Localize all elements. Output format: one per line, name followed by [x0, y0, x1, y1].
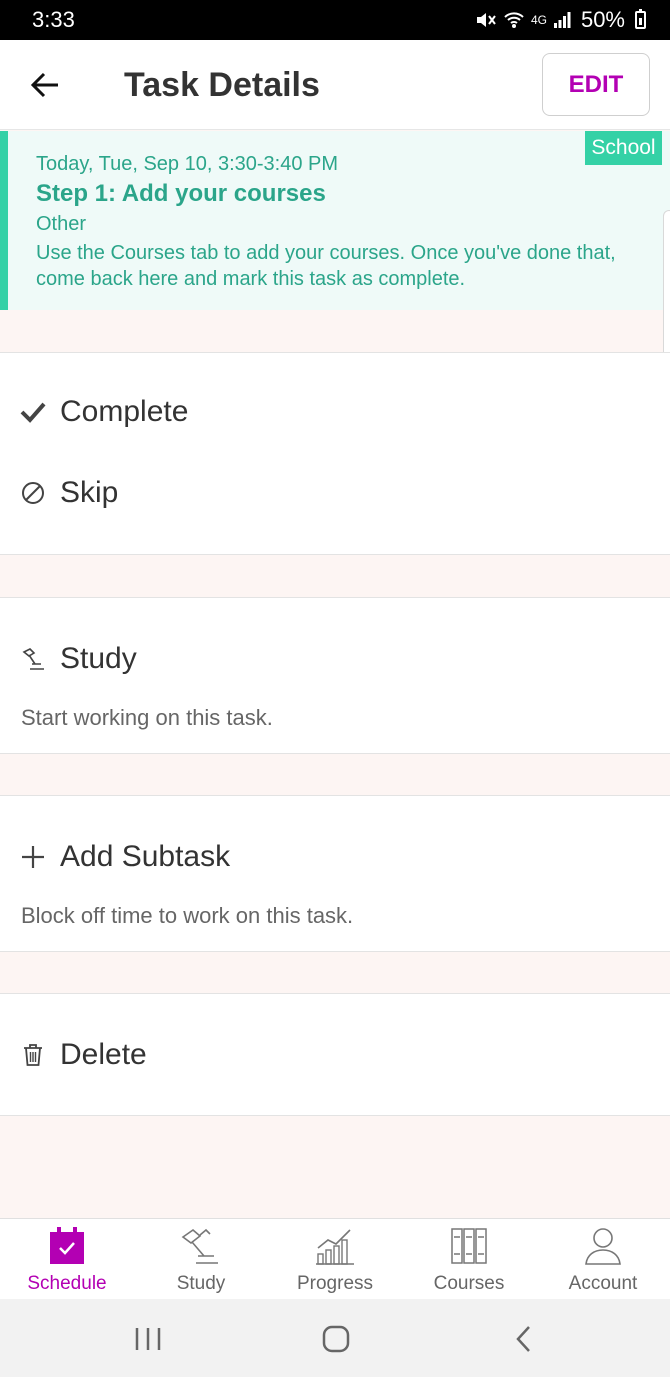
- home-button[interactable]: [316, 1323, 356, 1355]
- status-right: 4G 50%: [475, 7, 646, 33]
- mute-icon: [475, 10, 497, 30]
- task-description: Use the Courses tab to add your courses.…: [36, 242, 616, 290]
- study-label: Study: [60, 642, 137, 675]
- skip-label: Skip: [60, 476, 119, 509]
- task-date: Today, Tue, Sep 10, 3:30-3:40 PM: [36, 153, 339, 175]
- back-icon: [516, 1326, 530, 1352]
- add-subtask-hint: Block off time to work on this task.: [21, 903, 354, 928]
- status-time: 3:33: [32, 7, 75, 32]
- add-subtask-label: Add Subtask: [60, 840, 231, 873]
- skip-icon: [20, 480, 46, 506]
- bottom-nav: Schedule Study Progress Courses Account: [0, 1218, 670, 1299]
- task-tag: School: [585, 131, 662, 165]
- bar-chart-icon: [314, 1225, 356, 1267]
- network-type-label: 4G: [530, 13, 547, 27]
- nav-schedule[interactable]: Schedule: [0, 1219, 134, 1300]
- wifi-icon: [503, 10, 525, 30]
- books-icon: [450, 1225, 488, 1267]
- study-panel[interactable]: Study Start working on this task.: [0, 597, 670, 754]
- delete-button[interactable]: Delete: [20, 1038, 147, 1072]
- home-icon: [322, 1325, 350, 1353]
- nav-study[interactable]: Study: [134, 1219, 268, 1300]
- system-nav: [0, 1299, 670, 1377]
- nav-progress-label: Progress: [296, 1273, 374, 1294]
- trash-icon: [20, 1042, 46, 1068]
- calendar-check-icon: [48, 1225, 86, 1267]
- battery-percent: 50%: [580, 7, 625, 32]
- add-subtask-panel[interactable]: Add Subtask Block off time to work on th…: [0, 795, 670, 952]
- complete-label: Complete: [60, 395, 189, 428]
- status-icons: 4G: [475, 10, 571, 30]
- task-card: School Today, Tue, Sep 10, 3:30-3:40 PM …: [0, 131, 670, 310]
- recent-apps-icon: [135, 1328, 161, 1350]
- edit-button[interactable]: EDIT: [542, 53, 650, 116]
- back-button[interactable]: [22, 62, 68, 108]
- skip-button[interactable]: Skip: [20, 476, 118, 510]
- nav-study-label: Study: [176, 1273, 226, 1294]
- status-actions-panel: Complete Skip: [0, 352, 670, 555]
- nav-account-label: Account: [568, 1273, 638, 1294]
- nav-courses-label: Courses: [433, 1273, 505, 1294]
- status-bar: 3:33 4G 50%: [0, 0, 670, 40]
- signal-icon: [553, 11, 571, 29]
- checkmark-icon: [20, 399, 46, 425]
- study-hint: Start working on this task.: [21, 705, 273, 730]
- nav-schedule-label: Schedule: [27, 1273, 107, 1294]
- page-title: Task Details: [124, 66, 320, 104]
- nav-account[interactable]: Account: [536, 1219, 670, 1300]
- desk-lamp-icon: [180, 1225, 222, 1267]
- nav-progress[interactable]: Progress: [268, 1219, 402, 1300]
- study-button[interactable]: Study: [20, 642, 137, 676]
- delete-label: Delete: [60, 1038, 147, 1071]
- system-back-button[interactable]: [504, 1323, 544, 1355]
- complete-button[interactable]: Complete: [20, 395, 188, 429]
- arrow-left-icon: [30, 72, 58, 98]
- plus-icon: [20, 844, 46, 870]
- battery-icon: [635, 9, 646, 29]
- person-icon: [583, 1225, 623, 1267]
- add-subtask-button[interactable]: Add Subtask: [20, 840, 230, 874]
- delete-panel[interactable]: Delete: [0, 993, 670, 1116]
- nav-courses[interactable]: Courses: [402, 1219, 536, 1300]
- recent-apps-button[interactable]: [128, 1323, 168, 1355]
- task-category: Other: [36, 213, 87, 235]
- app-header: Task Details EDIT: [0, 40, 670, 130]
- task-name: Step 1: Add your courses: [36, 180, 326, 207]
- desk-lamp-icon: [20, 646, 46, 672]
